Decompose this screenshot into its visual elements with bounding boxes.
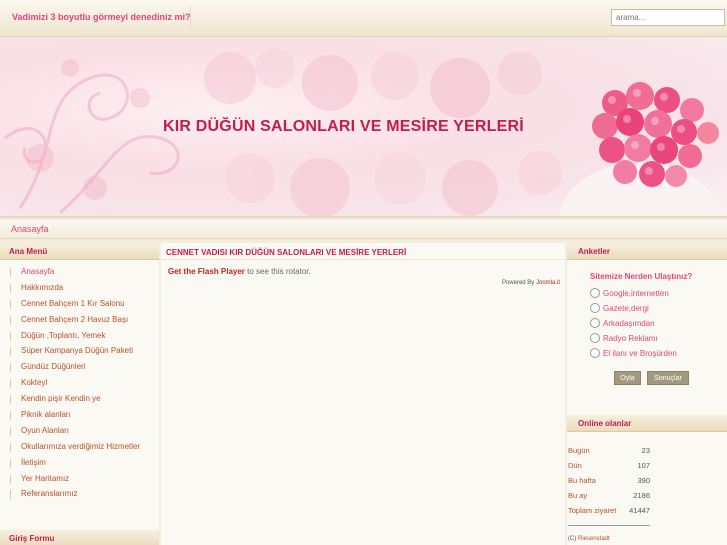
- poll-question: Sitemize Nerden Ulaştınız?: [590, 272, 693, 281]
- left-sidebar: Ana Menü Anasayfa Hakkımızda Cennet Bahç…: [0, 243, 159, 545]
- stat-row: Toplam ziyaret 41447: [568, 506, 650, 518]
- flash-notice-text: to see this rotator.: [244, 267, 311, 276]
- menu-item-yer-haritamiz[interactable]: Yer Haritamız: [0, 473, 159, 489]
- stat-label: Toplam ziyaret: [568, 506, 617, 515]
- breadcrumb: Anasayfa: [0, 220, 727, 239]
- stat-label: Bu ay: [568, 491, 588, 500]
- stat-value: 107: [637, 461, 650, 470]
- stat-row: Bu hafta 390: [568, 476, 650, 488]
- results-button[interactable]: Sonuçlar: [647, 371, 689, 385]
- flash-player-link[interactable]: Get the Flash Player: [168, 267, 245, 276]
- content-title: CENNET VADISI KIR DÜĞÜN SALONLARI VE MES…: [166, 248, 407, 257]
- stat-label: Bugün: [568, 446, 590, 455]
- vote-button[interactable]: Oyla: [614, 371, 641, 385]
- poll-option-label[interactable]: Radyo Reklamı: [603, 334, 658, 343]
- main-menu: Anasayfa Hakkımızda Cennet Bahçem 1 Kır …: [0, 260, 159, 504]
- main-menu-title: Ana Menü: [0, 243, 159, 260]
- stat-row: Dün 107: [568, 461, 650, 473]
- menu-item-kendin-pisir[interactable]: Kendin pişir Kendin ye: [0, 393, 159, 409]
- page-title: KIR DÜĞÜN SALONLARI VE MESİRE YERLERİ: [163, 118, 524, 135]
- menu-item-cennet-bahcem-1[interactable]: Cennet Bahçem 1 Kır Salonu: [0, 298, 159, 314]
- poll-option-label[interactable]: Gazete,dergi: [603, 304, 649, 313]
- credit-prefix: (C): [568, 536, 578, 542]
- menu-item-gunduz-dugunleri[interactable]: Gündüz Düğünleri: [0, 361, 159, 377]
- stat-label: Dün: [568, 461, 582, 470]
- bouquet-image: [560, 82, 720, 216]
- radio-button[interactable]: [590, 288, 600, 298]
- stat-value: 390: [637, 476, 650, 485]
- main-content: CENNET VADISI KIR DÜĞÜN SALONLARI VE MES…: [161, 243, 565, 545]
- menu-item-dugun-toplanti-yemek[interactable]: Düğün ,Toplantı, Yemek: [0, 330, 159, 346]
- joomla-link[interactable]: Joomla.it: [536, 280, 560, 286]
- online-title: Online olanlar: [567, 415, 727, 432]
- right-sidebar: Anketler Sitemize Nerden Ulaştınız? Goog…: [567, 243, 727, 545]
- stat-value: 2186: [633, 491, 650, 500]
- radio-button[interactable]: [590, 348, 600, 358]
- menu-item-iletisim[interactable]: İletişim: [0, 457, 159, 473]
- breadcrumb-home-link[interactable]: Anasayfa: [11, 224, 49, 234]
- credit-link[interactable]: Riesenstadt: [578, 536, 610, 542]
- poll-option-label[interactable]: Google,internetten: [603, 289, 669, 298]
- stat-row: Bugün 23: [568, 446, 650, 458]
- flash-notice: Get the Flash Player to see this rotator…: [168, 267, 311, 276]
- powered-by: Powered By Joomla.it: [502, 280, 560, 286]
- stat-label: Bu hafta: [568, 476, 596, 485]
- content-header: CENNET VADISI KIR DÜĞÜN SALONLARI VE MES…: [161, 243, 565, 260]
- powered-by-text: Powered By: [501, 280, 536, 286]
- credit: (C) Riesenstadt: [568, 536, 610, 542]
- header-banner: KIR DÜĞÜN SALONLARI VE MESİRE YERLERİ: [0, 38, 727, 218]
- marquee-text[interactable]: Vadimizi 3 boyutlu görmeyi denediniz mi?: [12, 12, 191, 22]
- menu-item-piknik-alanlari[interactable]: Piknik alanları: [0, 409, 159, 425]
- poll-option-label[interactable]: El ilanı ve Broşürden: [603, 349, 677, 358]
- stat-row: Bu ay 2186: [568, 491, 650, 503]
- poll-title: Anketler: [567, 243, 727, 260]
- radio-button[interactable]: [590, 333, 600, 343]
- divider: [568, 525, 650, 526]
- stat-value: 23: [641, 446, 650, 455]
- radio-button[interactable]: [590, 318, 600, 328]
- menu-item-hakkimizda[interactable]: Hakkımızda: [0, 282, 159, 298]
- menu-item-super-kampanya[interactable]: Süper Kampanya Düğün Paketi: [0, 345, 159, 361]
- stat-value: 41447: [629, 506, 650, 515]
- divider: [190, 6, 191, 30]
- poll-option-label[interactable]: Arkadaşımdan: [603, 319, 655, 328]
- menu-item-anasayfa[interactable]: Anasayfa: [0, 266, 159, 282]
- menu-item-okullar-hizmetler[interactable]: Okullarımıza verdiğimiz Hizmetler: [0, 441, 159, 457]
- menu-item-oyun-alanlari[interactable]: Oyun Alanları: [0, 425, 159, 441]
- top-bar: Vadimizi 3 boyutlu görmeyi denediniz mi?: [0, 0, 727, 37]
- radio-button[interactable]: [590, 303, 600, 313]
- login-form-title: Giriş Formu: [0, 530, 159, 545]
- search-input[interactable]: [611, 9, 725, 26]
- menu-item-referanslarimiz[interactable]: Referanslarımız: [0, 488, 159, 504]
- menu-item-kokteyl[interactable]: Kokteyl: [0, 377, 159, 393]
- menu-item-cennet-bahcem-2[interactable]: Cennet Bahçem 2 Havuz Başı: [0, 314, 159, 330]
